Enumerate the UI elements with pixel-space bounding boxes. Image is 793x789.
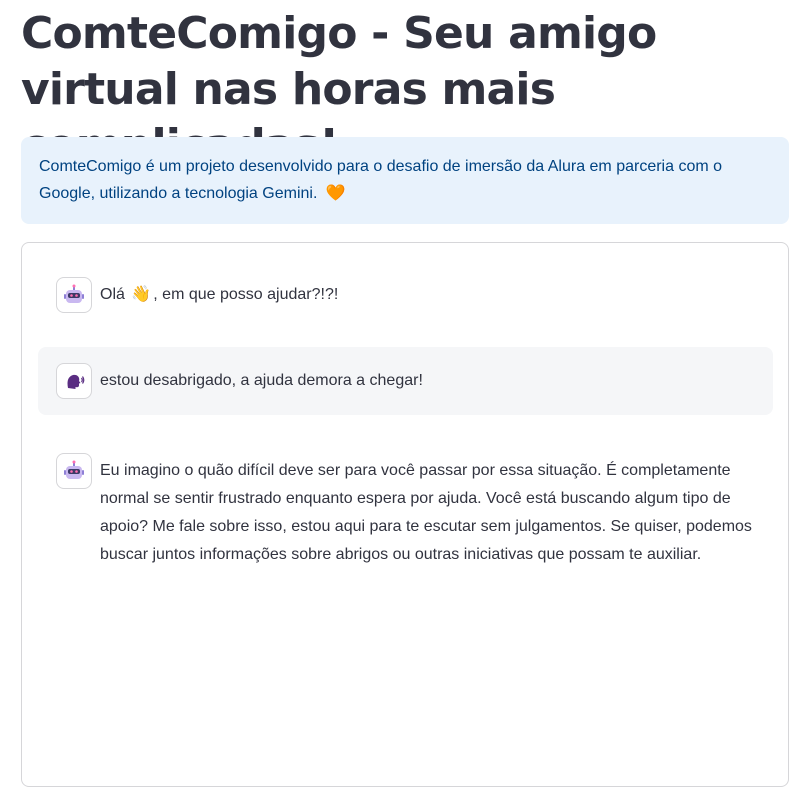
message-text: Olá 👋, em que posso ajudar?!?! — [100, 277, 338, 309]
speaking-head-icon — [56, 363, 92, 399]
chat-message-user: estou desabrigado, a ajuda demora a cheg… — [38, 347, 773, 415]
robot-icon — [56, 277, 92, 313]
message-text: estou desabrigado, a ajuda demora a cheg… — [100, 372, 423, 389]
waving-hand-icon: 👋 — [131, 286, 152, 303]
chat-container[interactable]: Olá 👋, em que posso ajudar?!?! estou des… — [21, 242, 789, 787]
chat-message-assistant: Olá 👋, em que posso ajudar?!?! — [38, 277, 773, 313]
message-text: Eu imagino o quão difícil deve ser para … — [100, 462, 752, 563]
message-text-end: , em que posso ajudar?!?! — [153, 286, 339, 303]
message-text-start: Olá — [100, 286, 125, 303]
info-text: ComteComigo é um projeto desenvolvido pa… — [39, 158, 723, 202]
robot-icon — [56, 453, 92, 489]
page: ComteComigo - Seu amigo virtual nas hora… — [0, 0, 793, 789]
heart-icon: 🧡 — [325, 185, 346, 202]
chat-message-assistant: Eu imagino o quão difícil deve ser para … — [38, 453, 773, 569]
info-alert: ComteComigo é um projeto desenvolvido pa… — [21, 137, 789, 224]
